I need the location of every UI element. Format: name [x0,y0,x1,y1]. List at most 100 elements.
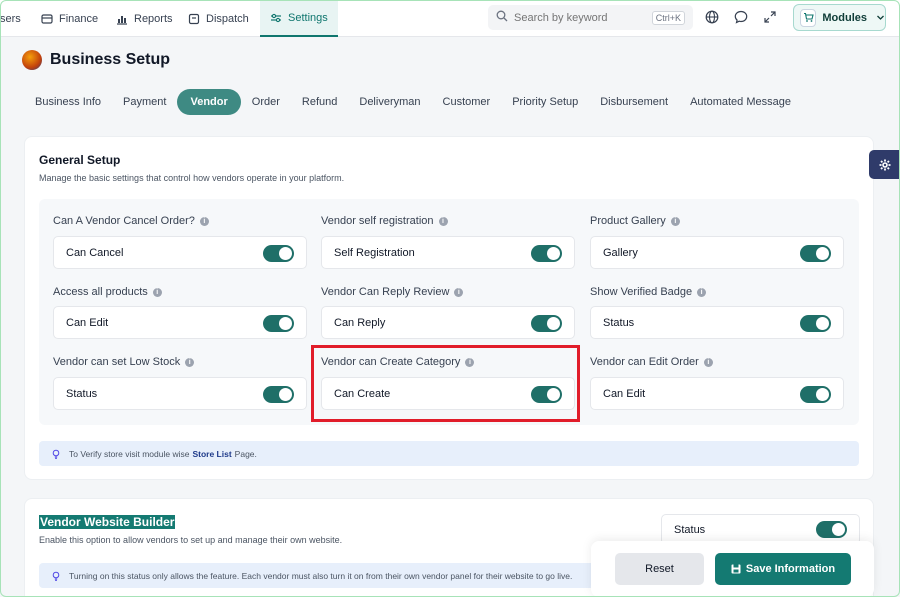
toggle-switch[interactable] [263,315,294,332]
info-icon: i [670,216,680,226]
toggle-switch[interactable] [263,386,294,403]
reset-button[interactable]: Reset [615,553,704,585]
globe-icon[interactable] [704,9,720,25]
field-label-text: Vendor Can Reply Review [321,286,450,298]
toggle-label: Can Edit [603,387,646,400]
field-label-text: Show Verified Badge [590,286,693,298]
search-input[interactable] [514,11,644,24]
tab-payment[interactable]: Payment [112,89,177,115]
expand-icon[interactable] [762,9,778,25]
info-icon: i [697,287,707,297]
finance-icon [41,13,53,25]
page-title: Business Setup [50,51,171,68]
tab-automated-message[interactable]: Automated Message [679,89,802,115]
save-label: Save Information [745,563,836,575]
toggle-switch[interactable] [800,315,831,332]
tab-priority-setup[interactable]: Priority Setup [501,89,589,115]
save-icon [731,564,741,574]
nav-item-finance-label: Finance [59,12,99,25]
nav-item-finance[interactable]: Finance [41,0,98,37]
website-builder-subtitle: Enable this option to allow vendors to s… [39,535,343,545]
action-bar: Reset Save Information [591,541,874,597]
tab-deliveryman[interactable]: Deliveryman [348,89,431,115]
field-label-product-gallery: Product Gallery i [590,215,680,227]
note-suffix: Page. [234,448,257,459]
nav-item-settings[interactable]: Settings [260,0,338,37]
tab-refund[interactable]: Refund [291,89,348,115]
field-label-reply-review: Vendor Can Reply Review i [321,286,464,298]
tab-disbursement[interactable]: Disbursement [589,89,679,115]
field-label-text: Can A Vendor Cancel Order? [53,215,195,227]
toggle-switch[interactable] [800,386,831,403]
field-label-text: Vendor can Edit Order [590,356,699,368]
gear-icon[interactable] [869,150,900,179]
info-icon: i [438,216,448,226]
search-box[interactable]: Ctrl+K [488,5,693,30]
field-label-text: Access all products [53,286,148,298]
cart-icon [800,8,817,27]
field-label-text: Vendor can set Low Stock [53,356,181,368]
nav-item-reports[interactable]: Reports [116,0,173,37]
toggle-field-access-products: Can Edit [53,306,307,339]
website-builder-note: Turning on this status only allows the f… [39,563,599,588]
field-label-text: Vendor self registration [321,215,434,227]
info-icon: i [454,287,464,297]
tab-customer[interactable]: Customer [432,89,502,115]
toggle-label: Self Registration [334,246,415,259]
search-icon [496,9,508,27]
info-icon: i [703,357,713,367]
status-label: Status [674,523,706,536]
chevron-down-icon [876,13,885,22]
modules-button[interactable]: Modules [793,4,886,31]
nav-item-settings-label: Settings [288,11,328,24]
info-icon: i [152,287,162,297]
lightbulb-icon [51,571,61,581]
search-shortcut: Ctrl+K [651,10,685,25]
toggle-label: Gallery [603,246,638,259]
field-label-self-registration: Vendor self registration i [321,215,448,227]
field-label-text: Product Gallery [590,215,666,227]
page-header: Business Setup [22,50,170,70]
website-builder-note-text: Turning on this status only allows the f… [69,570,573,581]
store-list-link[interactable]: Store List [192,449,231,459]
toggle-field-low-stock: Status [53,377,307,410]
field-label-edit-order: Vendor can Edit Order i [590,356,713,368]
save-information-button[interactable]: Save Information [715,553,851,585]
reports-icon [116,13,128,25]
lightbulb-icon [51,449,61,459]
settings-tabs: Business Info Payment Vendor Order Refun… [24,89,802,115]
highlight-box [311,345,580,422]
field-label-access-products: Access all products i [53,286,162,298]
nav-item-dispatch[interactable]: Dispatch [188,0,249,37]
toggle-switch[interactable] [816,521,847,538]
toggle-field-verified-badge: Status [590,306,844,339]
toggle-switch[interactable] [263,245,294,262]
toggle-field-cancel-order: Can Cancel [53,236,307,269]
toggle-field-edit-order: Can Edit [590,377,844,410]
website-builder-title: Vendor Website Builder [39,515,176,529]
toggle-field-self-registration: Self Registration [321,236,575,269]
tab-vendor[interactable]: Vendor [177,89,241,115]
toggle-label: Can Edit [66,316,109,329]
toggle-switch[interactable] [531,315,562,332]
nav-item-reports-label: Reports [134,12,173,25]
info-icon: i [185,357,195,367]
nav-item-users[interactable]: sers [0,0,21,37]
nav-item-dispatch-label: Dispatch [206,12,249,25]
toggle-label: Can Reply [334,316,386,329]
tab-order[interactable]: Order [241,89,291,115]
toggle-label: Status [603,316,635,329]
business-logo [22,50,42,70]
toggle-field-product-gallery: Gallery [590,236,844,269]
toggle-switch[interactable] [531,245,562,262]
toggle-label: Status [66,387,98,400]
store-list-note: To Verify store visit module wise Store … [39,441,859,466]
nav-item-users-label: sers [0,12,21,25]
tab-business-info[interactable]: Business Info [24,89,112,115]
field-label-cancel-order: Can A Vendor Cancel Order? i [53,215,209,227]
chat-icon[interactable] [733,9,749,25]
modules-label: Modules [822,11,867,24]
toggle-switch[interactable] [800,245,831,262]
general-setup-title: General Setup [39,153,121,167]
settings-icon [270,12,282,24]
